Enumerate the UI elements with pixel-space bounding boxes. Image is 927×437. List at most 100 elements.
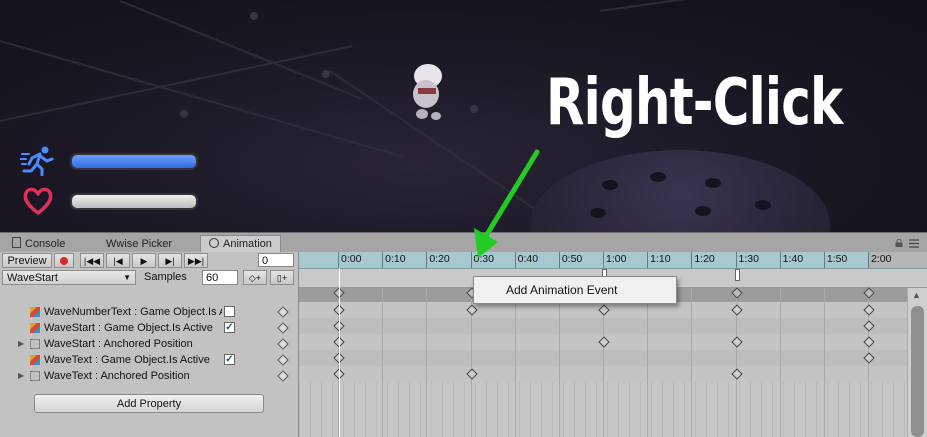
property-row[interactable]: WaveText : Game Object.Is Active ✓ (0, 352, 298, 368)
ruler-tick (735, 252, 737, 268)
drum-prop (530, 150, 830, 232)
ruler-tick (558, 252, 560, 268)
dopesheet-row[interactable] (299, 366, 927, 382)
samples-label: Samples (144, 271, 187, 283)
next-keyframe-icon: ▶| (165, 256, 175, 266)
ruler-tick (382, 252, 384, 268)
editor-tab-bar: Console Wwise Picker Animation (0, 232, 927, 253)
floor-rivet (322, 70, 330, 78)
keyframe-toggle-icon[interactable] (277, 370, 289, 382)
ruler-tick (868, 252, 869, 268)
property-label: WaveStart : Game Object.Is Active (44, 322, 213, 334)
foldout-arrow-icon[interactable]: ▶ (18, 336, 24, 352)
add-keyframe-button[interactable]: ◇+ (243, 270, 267, 285)
add-property-button[interactable]: Add Property (34, 394, 264, 413)
floor-rivet (250, 12, 258, 20)
ruler-tick-label: 1:00 (606, 253, 627, 265)
running-man-icon (20, 146, 54, 176)
add-event-icon: ▯+ (276, 273, 288, 283)
first-keyframe-icon: |◀◀ (83, 256, 101, 266)
drum-hole (705, 178, 721, 188)
property-checkbox[interactable]: ✓ (224, 322, 235, 333)
panel-menu-icon[interactable] (909, 239, 919, 248)
ruler-tick (470, 252, 472, 268)
foldout-arrow-icon[interactable]: ▶ (18, 368, 24, 384)
ruler-tick (823, 252, 825, 268)
keyframe-toggle-icon[interactable] (277, 322, 289, 334)
add-keyframe-icon: ◇+ (248, 273, 262, 283)
floor-rivet (470, 105, 478, 113)
scroll-up-icon[interactable]: ▲ (912, 290, 921, 300)
ruler-tick-label: 1:30 (738, 253, 759, 265)
ruler-tick-label: 1:10 (650, 253, 671, 265)
preview-button[interactable]: Preview (2, 253, 52, 268)
clip-name: WaveStart (7, 272, 58, 284)
keyframe-toggle-icon[interactable] (277, 306, 289, 318)
floor-plank-line (599, 0, 927, 12)
tab-wwise-picker[interactable]: Wwise Picker (98, 236, 180, 253)
speed-bar (70, 153, 198, 170)
ruler-tick (603, 252, 604, 268)
first-keyframe-button[interactable]: |◀◀ (80, 253, 104, 268)
recttransform-icon (30, 371, 40, 381)
property-checkbox[interactable]: ✓ (224, 354, 235, 365)
ruler-tick-label: 0:30 (473, 253, 494, 265)
animation-property-panel: Preview |◀◀ |◀ ▶ ▶| ▶▶| 0 WaveStart ▼ Sa… (0, 252, 299, 437)
property-row[interactable]: ▶ WaveStart : Anchored Position (0, 336, 298, 352)
samples-field[interactable]: 60 (202, 270, 238, 285)
property-row[interactable]: ▶ WaveText : Anchored Position (0, 368, 298, 384)
prev-keyframe-button[interactable]: |◀ (106, 253, 130, 268)
ruler-tick-label: 2:00 (871, 253, 892, 265)
ruler-tick (779, 252, 781, 268)
property-label: WaveText : Anchored Position (44, 370, 190, 382)
grid-line (779, 288, 781, 437)
ruler-tick-label: 0:50 (561, 253, 583, 265)
drum-hole (650, 172, 666, 182)
record-button[interactable] (54, 253, 74, 268)
chevron-down-icon: ▼ (123, 273, 131, 282)
grid-line (514, 288, 516, 437)
player-character (413, 64, 442, 120)
vertical-scrollbar[interactable]: ▲ (907, 288, 927, 437)
grid-line (823, 288, 825, 437)
tab-wwise-label: Wwise Picker (106, 238, 173, 250)
property-row[interactable]: WaveStart : Game Object.Is Active ✓ (0, 320, 298, 336)
tab-animation-label: Animation (223, 238, 272, 250)
floor-plank-line (0, 40, 405, 158)
scroll-thumb[interactable] (911, 306, 924, 437)
dopesheet-row[interactable] (299, 350, 927, 366)
tab-console-label: Console (25, 238, 66, 250)
dopesheet-row[interactable] (299, 334, 927, 350)
clip-dropdown[interactable]: WaveStart ▼ (2, 270, 136, 285)
grid-line (426, 288, 428, 437)
timeline-empty-area (299, 382, 927, 437)
record-icon (60, 257, 68, 265)
ruler-tick (691, 252, 693, 268)
keyframe-toggle-icon[interactable] (277, 354, 289, 366)
dopesheet-row[interactable] (299, 302, 927, 318)
property-label: WaveText : Game Object.Is Active (44, 354, 210, 366)
time-ruler[interactable]: 0:00 0:10 0:20 0:30 0:40 0:50 1:00 1:10 1:20 1:30… (299, 252, 927, 269)
play-button[interactable]: ▶ (132, 253, 156, 268)
recttransform-icon (30, 339, 40, 349)
lock-icon[interactable] (895, 239, 903, 247)
ruler-tick (647, 252, 649, 268)
ruler-tick (338, 252, 339, 268)
dopesheet-row[interactable] (299, 318, 927, 334)
tab-animation[interactable]: Animation (200, 235, 281, 253)
last-keyframe-button[interactable]: ▶▶| (184, 253, 208, 268)
keyframe-toggle-icon[interactable] (277, 338, 289, 350)
drum-hole (590, 208, 606, 218)
animation-event-marker[interactable] (734, 269, 740, 281)
playhead[interactable] (339, 268, 340, 437)
property-row[interactable]: WaveNumberText : Game Object.Is Active (0, 304, 298, 320)
property-checkbox[interactable] (224, 306, 235, 317)
menu-item-add-animation-event[interactable]: Add Animation Event (506, 283, 617, 297)
add-event-button[interactable]: ▯+ (270, 270, 294, 285)
ruler-tick-label: 1:50 (826, 253, 848, 265)
tab-console[interactable]: Console (4, 236, 73, 253)
grid-line (558, 288, 560, 437)
frame-field[interactable]: 0 (258, 253, 294, 267)
grid-line (691, 288, 693, 437)
next-keyframe-button[interactable]: ▶| (158, 253, 182, 268)
